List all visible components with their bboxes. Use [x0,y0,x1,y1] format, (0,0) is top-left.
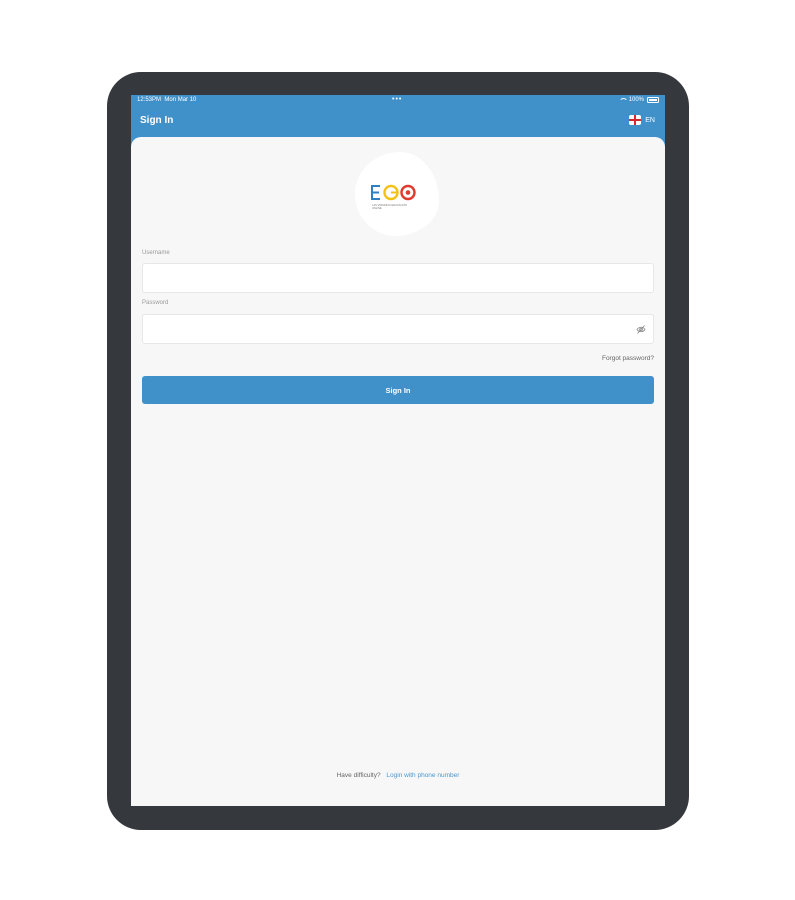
help-row: Have difficulty? Login with phone number [131,772,665,779]
logo: LAS VIRGINIAS EDUCACIÓN ONLINE [355,152,439,236]
ego-logo-icon [371,184,416,201]
language-selector[interactable]: EN [629,115,655,125]
logo-tagline: LAS VIRGINIAS EDUCACIÓN ONLINE [372,204,408,210]
username-field-box [142,263,654,293]
status-indicators: 100% [618,97,659,103]
eye-off-icon[interactable] [636,325,646,334]
help-text: Have difficulty? [336,772,381,779]
battery-percent: 100% [628,97,644,103]
password-label: Password [142,300,169,306]
status-date: Mon Mar 10 [164,97,197,103]
flag-icon [629,115,642,125]
sign-in-button[interactable]: Sign In [142,376,654,404]
battery-icon [647,97,659,103]
phone-login-link[interactable]: Login with phone number [386,772,459,779]
password-input[interactable] [143,315,653,343]
password-field-box [142,314,654,344]
app-screen: 12:53PM Mon Mar 10 ••• 100% Sign In EN L… [131,95,665,806]
language-code: EN [645,116,655,124]
status-time: 12:53PM Mon Mar 10 [137,97,196,103]
status-bar: 12:53PM Mon Mar 10 ••• 100% [131,95,665,107]
multitask-dots-icon[interactable]: ••• [392,96,402,103]
page-title: Sign In [140,115,174,126]
forgot-password-link[interactable]: Forgot password? [602,355,654,362]
username-label: Username [142,250,170,256]
status-clock: 12:53PM [137,97,162,103]
login-panel: LAS VIRGINIAS EDUCACIÓN ONLINE Username … [131,137,665,806]
wifi-icon [618,97,628,103]
nav-bar: Sign In EN [131,107,665,137]
username-input[interactable] [143,264,653,292]
